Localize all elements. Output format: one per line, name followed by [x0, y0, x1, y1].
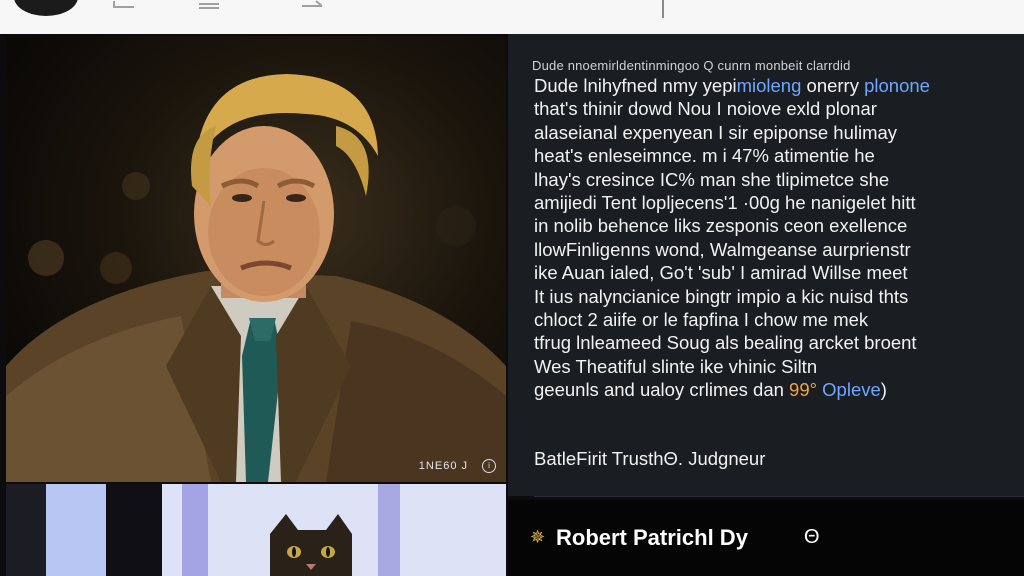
author-bar[interactable]: ✵ Robert Patrichl Dy Θ — [508, 500, 1024, 576]
post-body-text[interactable]: Opleve — [817, 379, 881, 400]
post-body-text: tfrug lnleameed Soug als bealing arcket … — [534, 332, 917, 354]
post-body-text[interactable]: plonone — [864, 75, 930, 96]
post-body-text: heat's enleseimnce. m i 47% atimentie he — [534, 145, 875, 167]
post-body-text: Wes Theatiful slinte ike vhinic Siltn — [534, 355, 818, 377]
photo-counter: 1NE60 J — [418, 460, 468, 472]
post-body-line: tfrug lnleameed Soug als bealing arcket … — [534, 331, 1014, 354]
post-body-text[interactable]: mioleng — [737, 75, 802, 96]
post-body-line: lhay's cresince IC% man she tlipimetce s… — [534, 168, 1014, 191]
divider — [534, 496, 1024, 497]
post-body-line: alaseianal expenyean I sir epiponse huli… — [534, 121, 1014, 144]
post-body-text: Dude lnihyfned nmy yepi — [534, 75, 737, 96]
post-body-line: geeunls and ualoy crlimes dan 99° Opleve… — [534, 378, 1014, 401]
post-body-text: ) — [880, 379, 887, 401]
post-body-text: It ius nalyncianice bingtr impio a kic n… — [534, 285, 909, 307]
post-text-panel: Dude nnoemirldentinmingoo Q cunrn monbei… — [508, 34, 1024, 497]
post-body-text: amijiedi Tent lopljecens'1 ·00g he nanig… — [534, 192, 916, 214]
post-body-text: llowFinligenns wond, Walmgeanse aurprien… — [534, 238, 911, 260]
share-icon[interactable] — [300, 0, 326, 12]
attached-image-thumbnail[interactable] — [6, 484, 506, 576]
post-body-text: ike Auan ialed, Go't 'sub' I amirad Will… — [534, 262, 908, 284]
cat-icon — [270, 514, 352, 576]
avatar[interactable] — [14, 0, 78, 16]
back-icon[interactable] — [112, 0, 138, 12]
author-name[interactable]: Robert Patrichl Dy — [556, 525, 748, 551]
post-body-text: lhay's cresince IC% man she tlipimetce s… — [534, 168, 890, 190]
info-icon[interactable]: i — [482, 459, 496, 473]
post-body: Dude lnihyfned nmy yepimioleng onerry pl… — [534, 74, 1014, 402]
post-body-text: that's thinir dowd Nou I noiove exld plo… — [534, 98, 877, 120]
post-body-line: chloct 2 aiife or le fapfina I chow me m… — [534, 308, 1014, 331]
post-body-line: heat's enleseimnce. m i 47% atimentie he — [534, 144, 1014, 167]
post-header: Dude nnoemirldentinmingoo Q cunrn monbei… — [532, 58, 851, 73]
menu-icon[interactable] — [196, 0, 222, 12]
post-body-text: in nolib behence liks zesponis ceon exel… — [534, 215, 908, 237]
post-body-line: Wes Theatiful slinte ike vhinic Siltn — [534, 355, 1014, 378]
star-icon: ✵ — [530, 527, 546, 547]
post-body-line: It ius nalyncianice bingtr impio a kic n… — [534, 285, 1014, 308]
post-body-line: amijiedi Tent lopljecens'1 ·00g he nanig… — [534, 191, 1014, 214]
toolbar-divider — [662, 0, 664, 18]
post-body-line: in nolib behence liks zesponis ceon exel… — [534, 214, 1014, 237]
post-photo[interactable]: 1NE60 J i — [6, 36, 506, 482]
verified-icon: Θ — [804, 526, 820, 548]
post-body-line: ike Auan ialed, Go't 'sub' I amirad Will… — [534, 261, 1014, 284]
post-view: 1NE60 J i Dude nnoemirldentinmingoo Q cu… — [0, 34, 1024, 576]
post-body-line: Dude lnihyfned nmy yepimioleng onerry pl… — [534, 74, 1014, 97]
post-body-text: geeunls and ualoy crlimes dan — [534, 379, 790, 401]
post-body-text: onerry — [801, 75, 865, 96]
post-byline[interactable]: BatleFirit TrusthΘ. Judgneur — [534, 448, 765, 470]
post-body-text: alaseianal expenyean I sir epiponse huli… — [534, 121, 898, 143]
post-body-text: chloct 2 aiife or le fapfina I chow me m… — [534, 309, 869, 331]
top-toolbar — [0, 0, 1024, 35]
portrait-illustration — [6, 74, 506, 482]
post-body-line: llowFinligenns wond, Walmgeanse aurprien… — [534, 238, 1014, 261]
post-body-text[interactable]: 99° — [789, 379, 817, 400]
post-body-line: that's thinir dowd Nou I noiove exld plo… — [534, 97, 1014, 120]
